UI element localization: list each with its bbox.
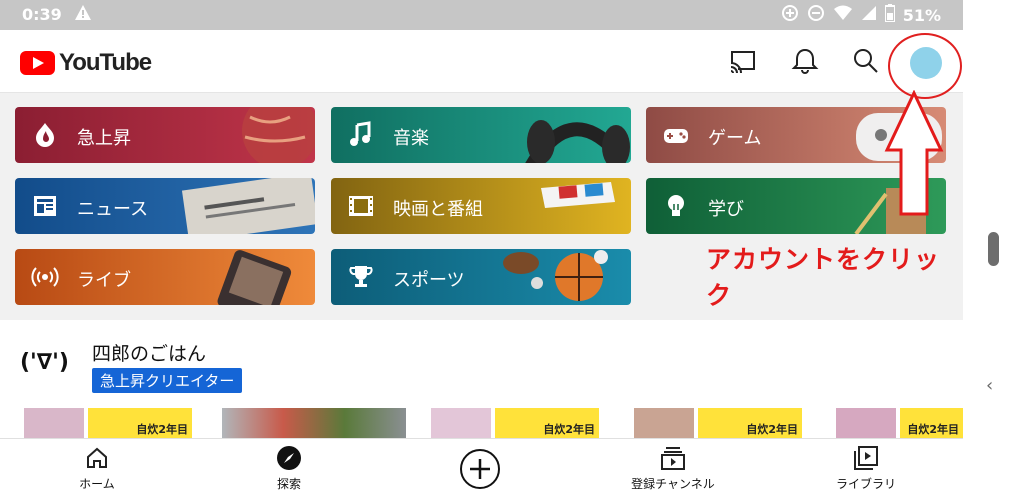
category-live[interactable]: ライブ — [15, 249, 315, 305]
account-avatar[interactable] — [910, 47, 942, 79]
wifi-icon — [833, 4, 853, 26]
subscriptions-icon — [661, 447, 685, 470]
app-bar: YouTube — [0, 30, 963, 99]
nav-explore[interactable]: 探索 — [229, 445, 349, 492]
create-plus-icon — [460, 449, 500, 489]
video-thumbnail[interactable]: 自炊2年目 — [24, 408, 192, 438]
flame-icon — [31, 121, 59, 149]
sports-balls-image — [503, 250, 608, 301]
channel-name[interactable]: 四郎のごはん — [92, 339, 206, 366]
battery-icon — [883, 4, 896, 26]
signal-icon — [861, 4, 877, 26]
newspaper-icon — [31, 192, 59, 220]
youtube-logo[interactable]: YouTube — [20, 49, 152, 77]
nav-label: ライブラリ — [835, 477, 896, 491]
category-label: 学び — [708, 199, 744, 220]
category-label: ライブ — [77, 270, 131, 291]
headphones-image — [525, 120, 630, 163]
video-thumbnail[interactable] — [222, 408, 406, 438]
lightbulb-icon — [662, 192, 690, 220]
category-music[interactable]: 音楽 — [331, 107, 631, 163]
category-label: 映画と番組 — [393, 199, 483, 220]
nav-subscriptions[interactable]: 登録チャンネル — [613, 445, 733, 492]
globe-image — [242, 107, 315, 163]
music-note-icon — [347, 121, 375, 149]
category-trending[interactable]: 急上昇 — [15, 107, 315, 163]
dnd-icon — [807, 4, 825, 26]
nav-library[interactable]: ライブラリ — [806, 445, 926, 492]
nav-home[interactable]: ホーム — [37, 445, 157, 492]
phone-image — [217, 250, 292, 305]
notifications-icon[interactable] — [790, 46, 820, 76]
thumbnail-text: 自炊2年目 — [136, 423, 188, 436]
scroll-handle[interactable] — [988, 232, 999, 266]
phone-screen: 0:39 51% YouTube 急上昇 音楽 ゲーム ニュース 映画と番組 学… — [0, 0, 963, 498]
gamepad-icon — [662, 121, 690, 149]
live-icon — [31, 263, 59, 291]
status-bar: 0:39 51% — [0, 0, 963, 30]
home-icon — [87, 447, 107, 468]
nav-label: ホーム — [79, 477, 115, 491]
film-icon — [347, 192, 375, 220]
nav-label: 探索 — [276, 477, 301, 491]
data-saver-icon — [781, 4, 799, 26]
search-icon[interactable] — [850, 46, 880, 76]
youtube-play-icon — [20, 51, 55, 75]
video-thumbnail[interactable]: 自炊2年目 — [634, 408, 802, 438]
trophy-icon — [347, 263, 375, 291]
category-label: ゲーム — [708, 128, 762, 149]
annotation-text: アカウントをクリック — [706, 245, 941, 310]
nav-label: 登録チャンネル — [631, 477, 715, 491]
status-time: 0:39 — [22, 5, 62, 24]
explore-icon — [277, 446, 301, 470]
battery-level: 51% — [902, 5, 941, 25]
app-title: YouTube — [59, 49, 152, 76]
category-sports[interactable]: スポーツ — [331, 249, 631, 305]
annotation-arrow — [884, 90, 944, 216]
thumbnail-text: 自炊2年目 — [907, 423, 959, 436]
channel-avatar[interactable]: ('∇') — [20, 350, 69, 375]
category-label: 音楽 — [393, 128, 429, 149]
category-movies[interactable]: 映画と番組 — [331, 178, 631, 234]
newspaper-image — [181, 178, 315, 234]
channel-shelf: ('∇') 四郎のごはん 急上昇クリエイター 自炊2年目 自炊2年目 自炊2年目… — [0, 320, 963, 438]
cast-icon[interactable] — [728, 46, 758, 76]
category-label: 急上昇 — [77, 128, 131, 149]
trending-creator-badge: 急上昇クリエイター — [92, 368, 243, 393]
nav-create[interactable] — [420, 447, 540, 495]
bottom-navigation: ホーム 探索 登録チャンネル ライブラリ — [0, 438, 963, 498]
category-news[interactable]: ニュース — [15, 178, 315, 234]
thumbnail-text: 自炊2年目 — [746, 423, 798, 436]
category-label: ニュース — [77, 199, 149, 220]
3d-glasses-image — [541, 182, 615, 208]
status-icons: 51% — [781, 4, 941, 26]
chevron-left-icon[interactable]: ‹ — [986, 376, 993, 396]
library-icon — [854, 446, 878, 470]
thumbnail-text: 自炊2年目 — [543, 423, 595, 436]
category-label: スポーツ — [393, 270, 465, 291]
warning-icon — [74, 4, 92, 26]
video-thumbnail[interactable]: 自炊2年目 — [431, 408, 599, 438]
video-thumbnail[interactable]: 自炊2年目 — [836, 408, 963, 438]
